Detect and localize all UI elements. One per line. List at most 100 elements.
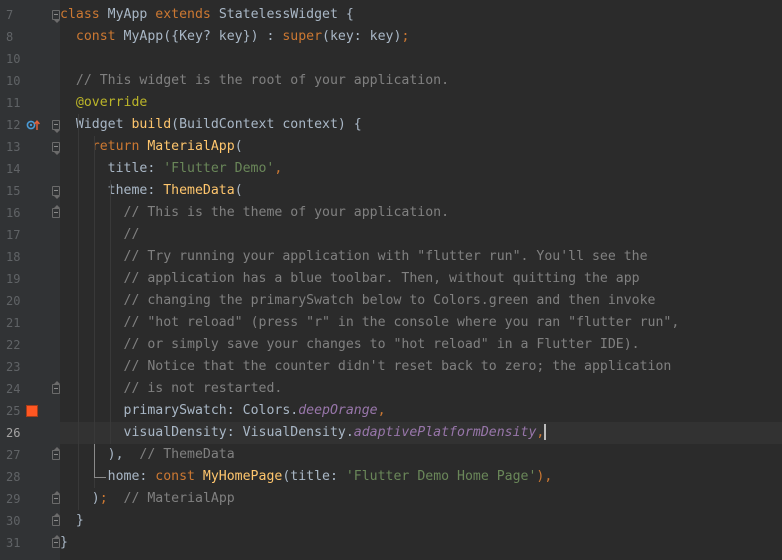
code-token: Widget	[75, 117, 132, 132]
gutter-row: 30	[0, 510, 60, 532]
override-method-icon[interactable]	[26, 118, 40, 132]
line-number: 29	[6, 492, 21, 506]
code-token: )	[91, 491, 100, 506]
gutter-row: 23	[0, 356, 60, 378]
fold-icon[interactable]	[52, 120, 60, 133]
code-line[interactable]: const MyApp({Key? key}) : super(key: key…	[60, 26, 782, 48]
code-line[interactable]: // Notice that the counter didn't reset …	[60, 356, 782, 378]
code-token: extends	[155, 7, 219, 22]
code-token: }	[75, 513, 84, 528]
code-line[interactable]: // Try running your application with "fl…	[60, 246, 782, 268]
code-line[interactable]: // is not restarted.	[60, 378, 782, 400]
gutter-row: 13	[0, 136, 60, 158]
gutter-row: 11	[0, 92, 60, 114]
code-line[interactable]: ), // ThemeData	[60, 444, 782, 466]
gutter-row: 8	[0, 26, 60, 48]
code-token: super	[282, 29, 323, 44]
code-token: adaptivePlatformDensity	[353, 425, 537, 440]
widget-tree-branch	[94, 477, 106, 478]
line-number: 28	[6, 470, 21, 484]
fold-end-icon[interactable]	[52, 535, 60, 548]
code-token: // "hot reload" (press "r" in the consol…	[123, 315, 680, 330]
code-editor[interactable]: 7 8 10 10 11 12 13 14 15 16 17 18 19 20 21 22 23 24 25 26 27…	[0, 0, 782, 560]
code-line[interactable]: // This widget is the root of your appli…	[60, 70, 782, 92]
code-token: // This widget is the root of your appli…	[75, 73, 450, 88]
code-line[interactable]: primarySwatch: Colors.deepOrange,	[60, 400, 782, 422]
code-token: // changing the primarySwatch below to C…	[123, 293, 656, 308]
code-line[interactable]: class MyApp extends StatelessWidget {	[60, 4, 782, 26]
code-line[interactable]	[60, 48, 782, 70]
fold-end-icon[interactable]	[52, 513, 60, 526]
code-token: deepOrange	[298, 403, 378, 418]
code-token: MaterialApp	[147, 139, 235, 154]
code-line[interactable]: // or simply save your changes to "hot r…	[60, 334, 782, 356]
code-token: MyApp	[107, 7, 156, 22]
fold-icon[interactable]	[52, 10, 60, 23]
code-line[interactable]: // application has a blue toolbar. Then,…	[60, 268, 782, 290]
color-preview-swatch[interactable]	[26, 405, 38, 417]
line-number: 10	[6, 74, 21, 88]
gutter-row: 19	[0, 268, 60, 290]
code-token: // application has a blue toolbar. Then,…	[123, 271, 640, 286]
code-line[interactable]: home: const MyHomePage(title: 'Flutter D…	[60, 466, 782, 488]
code-token: MyHomePage	[202, 469, 283, 484]
line-number: 19	[6, 272, 21, 286]
code-token: return	[91, 139, 148, 154]
code-line[interactable]: // This is the theme of your application…	[60, 202, 782, 224]
line-number: 23	[6, 360, 21, 374]
code-line[interactable]: @override	[60, 92, 782, 114]
code-token: ,	[377, 403, 386, 418]
line-number: 10	[6, 52, 21, 66]
gutter-row: 25	[0, 400, 60, 422]
code-line[interactable]: return MaterialApp(	[60, 136, 782, 158]
code-token: ;	[99, 491, 124, 506]
line-number: 18	[6, 250, 21, 264]
code-token: theme:	[107, 183, 164, 198]
code-area[interactable]: class MyApp extends StatelessWidget { co…	[60, 0, 782, 560]
code-token: home:	[107, 469, 156, 484]
code-line[interactable]: ); // MaterialApp	[60, 488, 782, 510]
fold-end-icon[interactable]	[52, 381, 60, 394]
code-token: title:	[107, 161, 164, 176]
fold-end-icon[interactable]	[52, 491, 60, 504]
gutter-row: 15	[0, 180, 60, 202]
code-token: // Notice that the counter didn't reset …	[123, 359, 672, 374]
fold-icon[interactable]	[52, 186, 60, 199]
code-line[interactable]: // "hot reload" (press "r" in the consol…	[60, 312, 782, 334]
code-token: 'Flutter Demo Home Page'	[345, 469, 537, 484]
gutter-row: 20	[0, 290, 60, 312]
gutter-row: 16	[0, 202, 60, 224]
gutter-row: 10	[0, 70, 60, 92]
fold-end-icon[interactable]	[52, 205, 60, 218]
code-line[interactable]: }	[60, 532, 782, 554]
line-number: 15	[6, 184, 21, 198]
code-line[interactable]: Widget build(BuildContext context) {	[60, 114, 782, 136]
code-line[interactable]: //	[60, 224, 782, 246]
fold-icon[interactable]	[52, 142, 60, 155]
code-token: build	[131, 117, 172, 132]
current-code-line[interactable]: visualDensity: VisualDensity.adaptivePla…	[60, 422, 782, 444]
line-number: 30	[6, 514, 21, 528]
code-line[interactable]: // changing the primarySwatch below to C…	[60, 290, 782, 312]
fold-end-icon[interactable]	[52, 447, 60, 460]
line-number: 31	[6, 536, 21, 550]
code-line[interactable]: }	[60, 510, 782, 532]
line-number: 22	[6, 338, 21, 352]
line-number: 26	[6, 426, 21, 440]
gutter-row: 29	[0, 488, 60, 510]
gutter-row: 26	[0, 422, 60, 444]
line-number: 8	[6, 30, 14, 44]
code-line[interactable]: title: 'Flutter Demo',	[60, 158, 782, 180]
code-line[interactable]: theme: ThemeData(	[60, 180, 782, 202]
gutter-row: 17	[0, 224, 60, 246]
